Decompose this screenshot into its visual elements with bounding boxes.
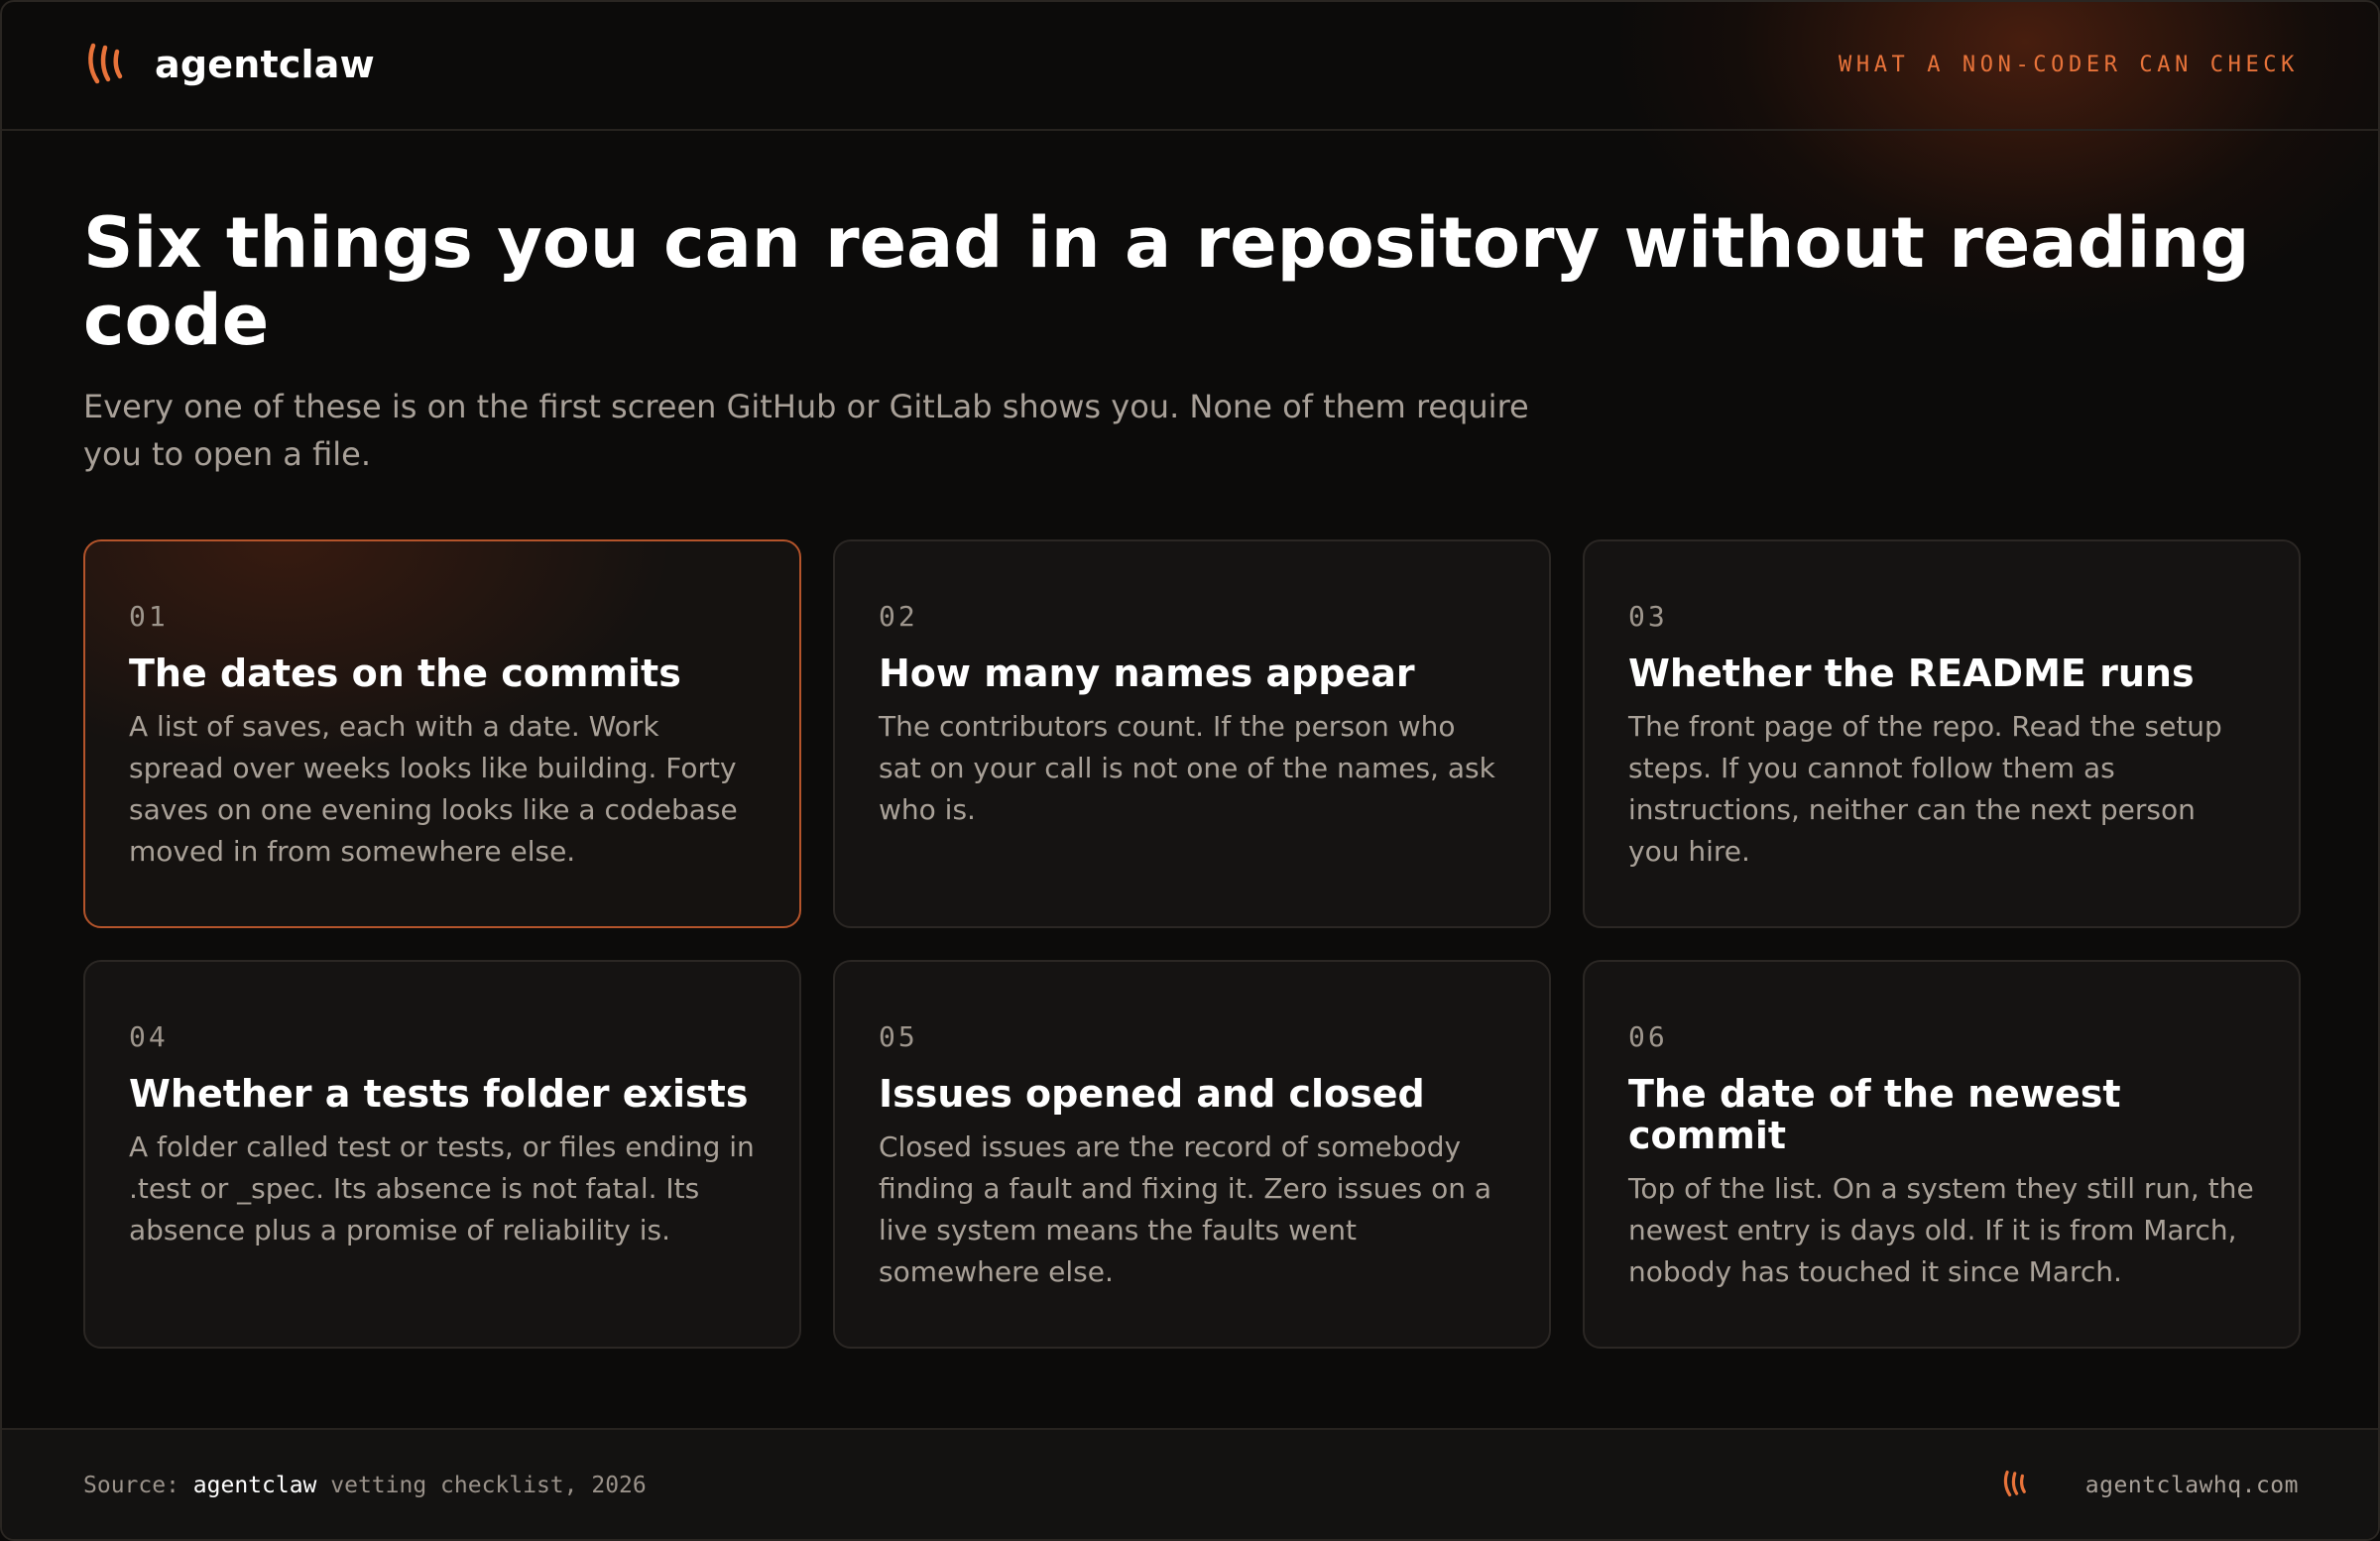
header-tagline: WHAT A NON-CODER CAN CHECK [1839,53,2299,77]
card-title: The dates on the commits [129,652,681,695]
card-number: 04 [129,1020,169,1053]
card-description: A folder called test or tests, or files … [129,1130,755,1246]
checklist-card: 04 Whether a tests folder exists A folde… [83,960,801,1349]
card-description: A list of saves, each with a date. Work … [129,710,738,868]
slide-frame: agentclaw WHAT A NON-CODER CAN CHECK Six… [0,0,2380,1541]
site-url: agentclawhq.com [2084,1473,2299,1498]
source-prefix: Source: [83,1473,193,1498]
card-description: Top of the list. On a system they still … [1628,1172,2254,1288]
card-title: Issues opened and closed [879,1072,1425,1116]
claw-marks-icon [88,43,123,84]
card-number: 05 [879,1020,918,1053]
source-name: agentclaw [192,1473,317,1498]
claw-marks-icon [2003,1470,2026,1497]
card-description: The front page of the repo. Read the set… [1628,710,2222,868]
page-title: Six things you can read in a repository … [83,202,2250,361]
footer: Source: agentclaw vetting checklist, 202… [2,1428,2378,1539]
checklist-grid: 01 The dates on the commits A list of sa… [83,539,2301,1349]
brand-name: agentclaw [155,43,375,86]
card-title: Whether a tests folder exists [129,1072,749,1116]
checklist-card: 03 Whether the README runs The front pag… [1583,539,2301,928]
header: agentclaw WHAT A NON-CODER CAN CHECK [2,2,2378,131]
card-number: 06 [1628,1020,1668,1053]
checklist-card: 01 The dates on the commits A list of sa… [83,539,801,928]
source-credit: Source: agentclaw vetting checklist, 202… [83,1470,647,1501]
card-title: How many names appear [879,652,1415,695]
card-description: Closed issues are the record of somebody… [879,1130,1492,1288]
card-description: The contributors count. If the person wh… [879,710,1495,826]
card-number: 02 [879,600,918,633]
card-title: The date of the newest commit [1628,1072,2121,1157]
card-title: Whether the README runs [1628,652,2195,695]
checklist-card: 06 The date of the newest commit Top of … [1583,960,2301,1349]
card-number: 03 [1628,600,1668,633]
checklist-card: 02 How many names appear The contributor… [833,539,1551,928]
checklist-card: 05 Issues opened and closed Closed issue… [833,960,1551,1349]
page-subtitle: Every one of these is on the first scree… [83,388,1529,473]
card-number: 01 [129,600,169,633]
source-suffix: vetting checklist, 2026 [316,1473,647,1498]
